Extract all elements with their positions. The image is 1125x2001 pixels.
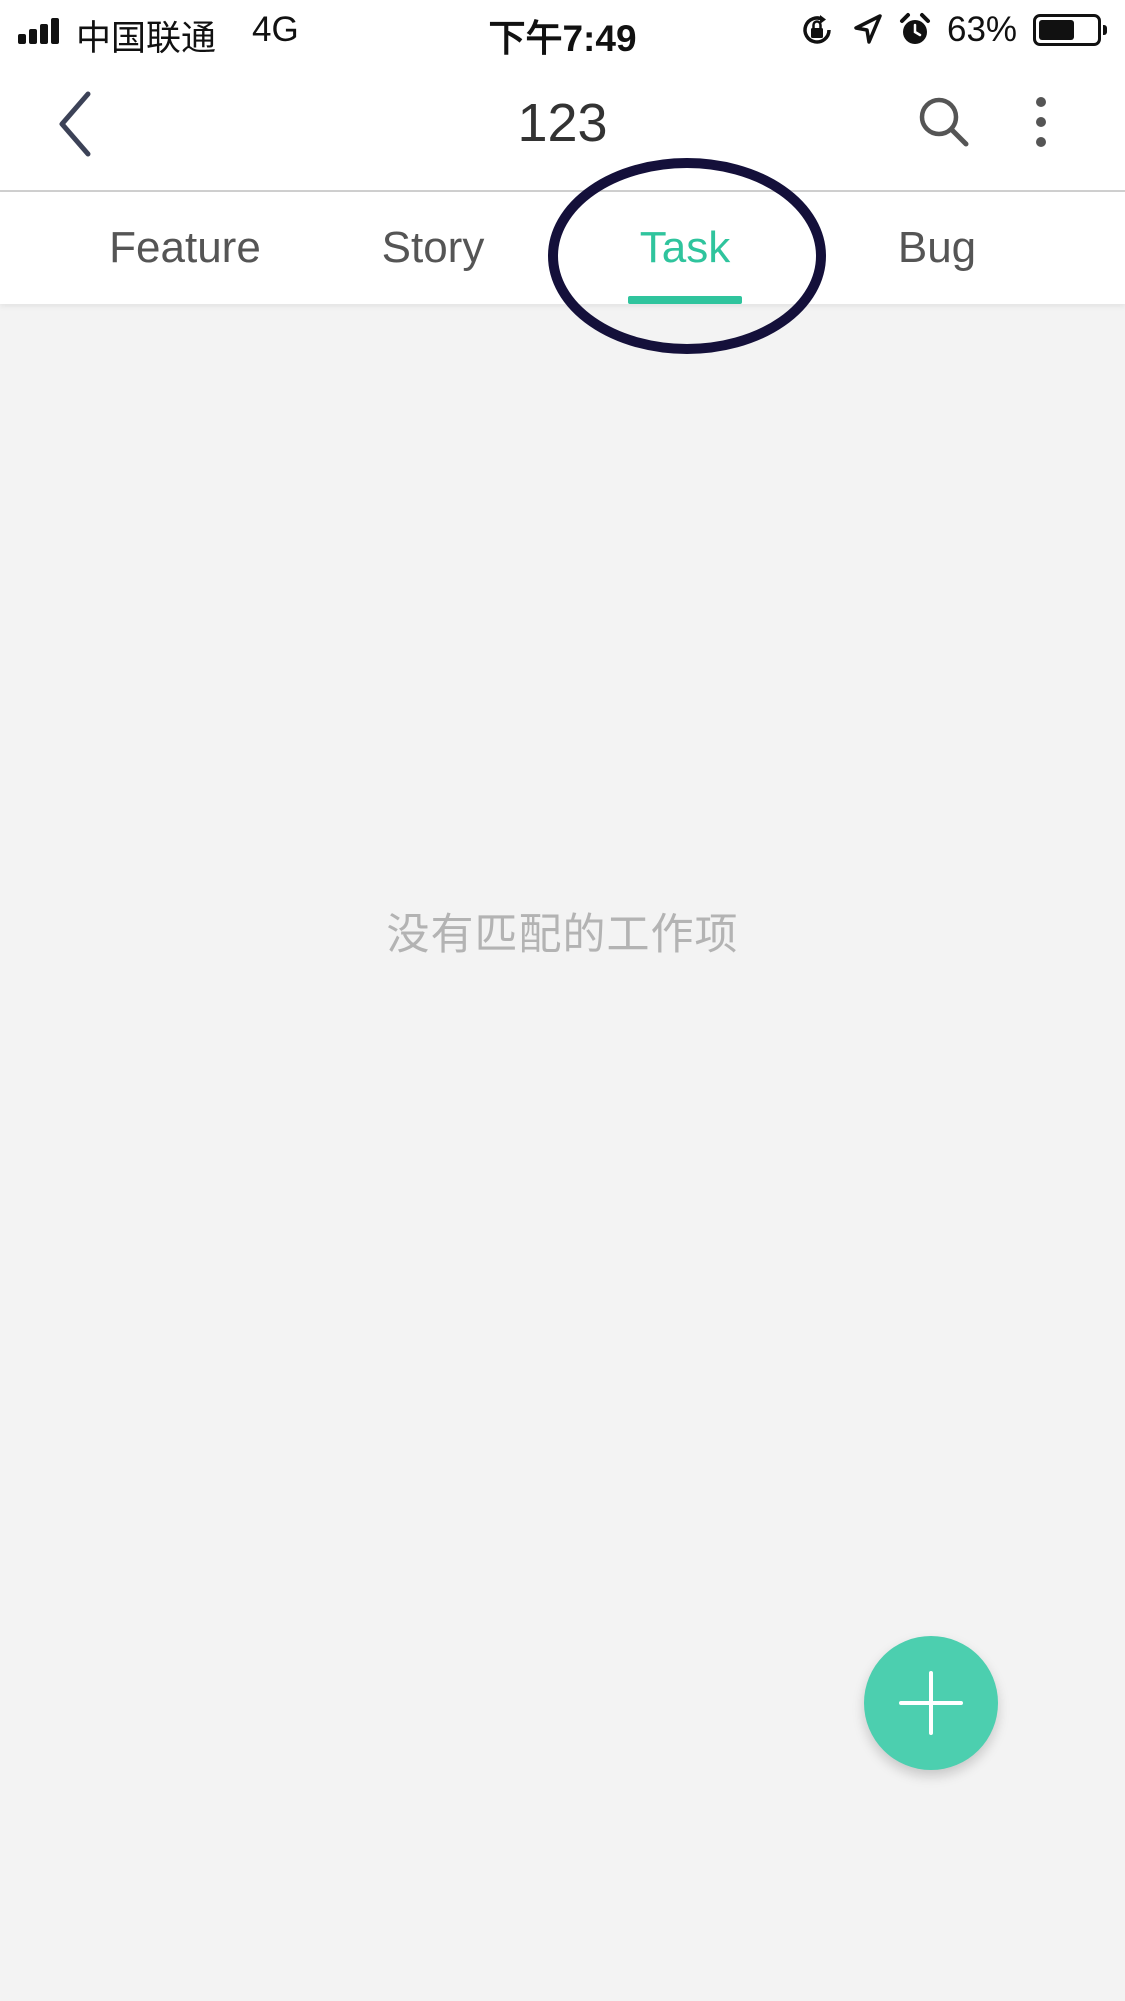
plus-icon [899, 1671, 963, 1735]
battery-icon [1033, 14, 1107, 46]
add-item-button[interactable] [864, 1636, 998, 1770]
tab-bar: Feature Story Task Bug [0, 192, 1125, 304]
tab-task[interactable]: Task [590, 192, 780, 304]
status-bar: 中国联通 4G 下午7:49 63% [0, 0, 1125, 62]
empty-state-message: 没有匹配的工作项 [386, 911, 739, 959]
battery-percent: 63% [947, 10, 1018, 49]
rotation-lock-icon [803, 15, 831, 44]
active-tab-indicator [628, 296, 742, 304]
search-button[interactable] [914, 92, 974, 152]
more-options-button[interactable] [1024, 92, 1058, 152]
search-icon [919, 97, 969, 147]
tab-story[interactable]: Story [340, 192, 526, 304]
alarm-icon [900, 13, 930, 44]
location-icon [854, 14, 882, 44]
nav-bar: 123 [0, 62, 1125, 192]
tab-bug[interactable]: Bug [850, 192, 1024, 304]
more-vertical-icon [1036, 97, 1046, 147]
tab-feature[interactable]: Feature [80, 192, 290, 304]
